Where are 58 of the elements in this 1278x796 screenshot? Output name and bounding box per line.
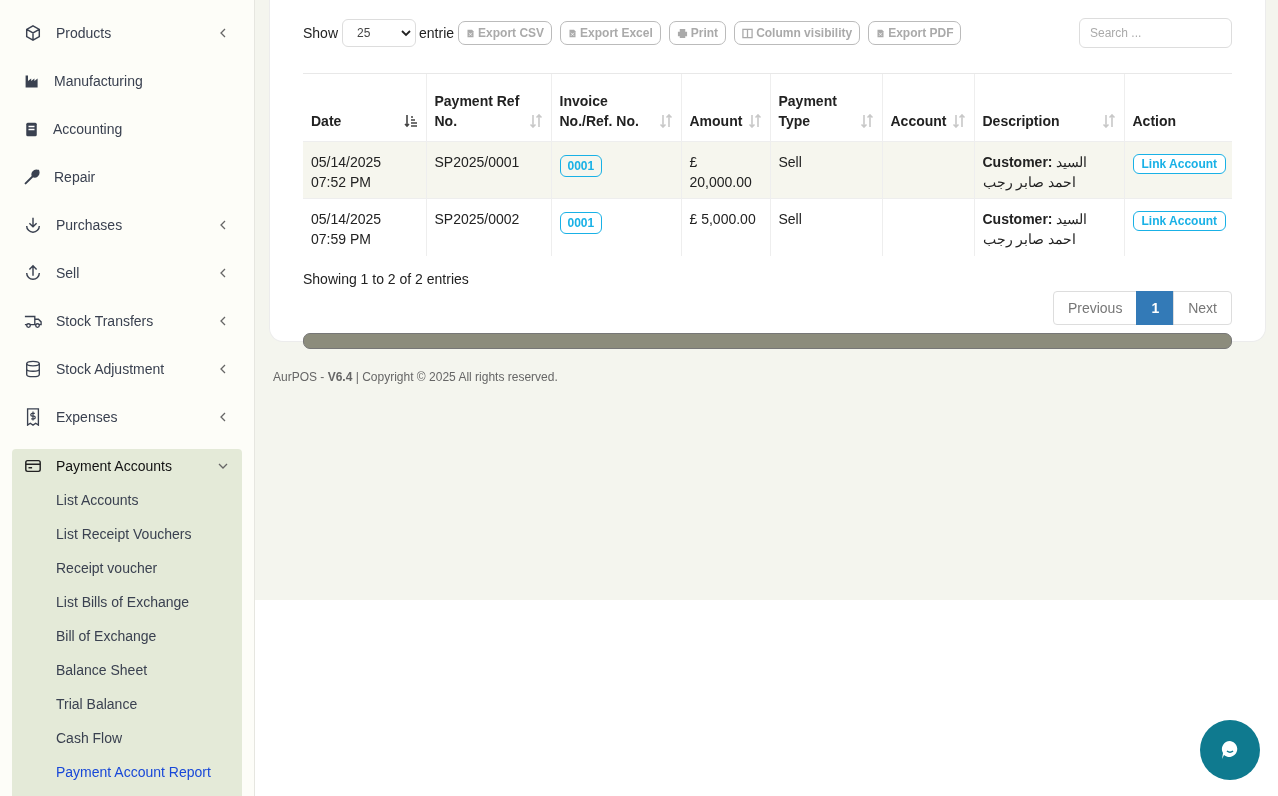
submenu-item[interactable]: Bill of Exchange — [12, 619, 242, 653]
printer-icon — [676, 27, 688, 39]
entries-label: entrie — [419, 25, 455, 41]
table-cell: SP2025/0002 — [434, 211, 520, 227]
nav-item[interactable]: Manufacturing — [0, 57, 254, 105]
nav-item[interactable]: Repair — [0, 153, 254, 201]
page-button[interactable]: Next — [1173, 290, 1232, 325]
table-cell: Sell — [778, 154, 802, 170]
submenu-item[interactable]: List Receipt Vouchers — [12, 517, 242, 551]
database-icon — [24, 360, 42, 378]
show-label: Show — [303, 25, 339, 41]
sort-icon — [658, 114, 673, 128]
nav-item[interactable]: Stock Transfers — [0, 297, 254, 345]
sort-icon — [951, 114, 966, 128]
sort-icon — [1101, 114, 1116, 128]
nav-item[interactable]: Sell — [0, 249, 254, 297]
horizontal-scrollbar[interactable] — [303, 332, 1232, 349]
submenu-item[interactable]: List Accounts — [12, 483, 242, 517]
sort-icon — [747, 114, 762, 128]
file-icon — [568, 27, 578, 39]
factory-icon — [24, 73, 40, 89]
nav-item[interactable]: Purchases — [0, 201, 254, 249]
file-icon — [876, 27, 886, 39]
nav-item[interactable]: Payment Accounts — [12, 449, 242, 483]
submenu-item[interactable]: Payment Account Report — [12, 755, 242, 789]
columns-icon — [742, 27, 754, 39]
search-field[interactable]: Search ... — [1079, 18, 1232, 48]
nav-item[interactable]: Expenses — [0, 393, 254, 441]
card-icon — [24, 457, 42, 475]
nav-item[interactable]: Products — [0, 9, 254, 57]
sort-ascending-icon — [403, 114, 418, 128]
footer-text: AurPOS - V6.4 | Copyright © 2025 All rights reserved. — [273, 370, 559, 384]
table-cell: SP2025/0001 — [434, 154, 520, 170]
table-cell: £ 20,000.00 — [689, 154, 752, 190]
table-cell: 05/14/2025 07:52 PM — [311, 154, 382, 190]
file-icon — [466, 27, 476, 39]
page-button[interactable]: Previous — [1052, 290, 1138, 325]
table-cell: £ 5,000.00 — [689, 211, 756, 227]
box-icon — [24, 24, 42, 42]
page-button[interactable]: 1 — [1136, 290, 1175, 325]
caret-icon — [401, 28, 412, 38]
download-icon — [24, 216, 42, 234]
receipt-icon — [24, 408, 42, 426]
nav-item[interactable]: Accounting — [0, 105, 254, 153]
submenu-item[interactable]: List Bills of Exchange — [12, 585, 242, 619]
submenu-item[interactable]: Trial Balance — [12, 687, 242, 721]
sort-icon — [528, 114, 543, 128]
submenu-item[interactable]: Cash Flow — [12, 721, 242, 755]
upload-icon — [24, 264, 42, 282]
sort-icon — [859, 114, 874, 128]
nav-item[interactable]: Stock Adjustment — [0, 345, 254, 393]
table-cell: Sell — [778, 211, 802, 227]
submenu-item[interactable]: Balance Sheet — [12, 653, 242, 687]
page-size-select[interactable]: 25 — [342, 19, 417, 47]
book-icon — [24, 121, 39, 137]
entries-info: Showing 1 to 2 of 2 entries — [303, 270, 470, 287]
table-cell: 05/14/2025 07:59 PM — [311, 211, 382, 247]
submenu-item[interactable]: Receipt voucher — [12, 551, 242, 585]
